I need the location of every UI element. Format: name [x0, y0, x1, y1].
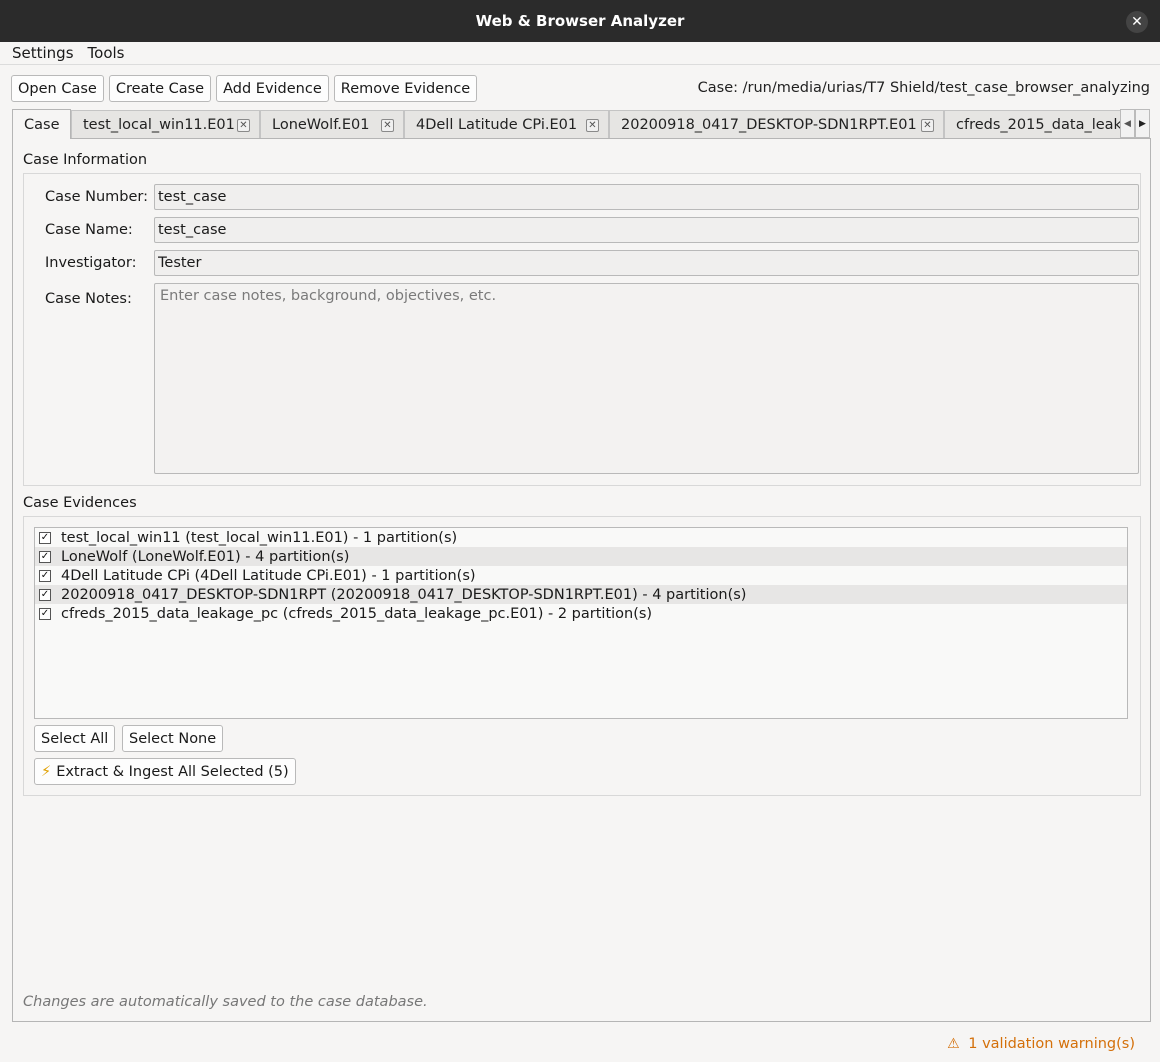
evidence-label: 4Dell Latitude CPi (4Dell Latitude CPi.E… — [61, 567, 476, 584]
tab-test-local-win11[interactable]: test_local_win11.E01 ✕ — [71, 110, 260, 139]
investigator-label: Investigator: — [45, 255, 137, 271]
tab-case[interactable]: Case — [12, 109, 71, 139]
evidence-checkbox[interactable]: ✓ — [39, 550, 51, 563]
open-case-button[interactable]: Open Case — [11, 75, 104, 102]
case-number-label: Case Number: — [45, 189, 148, 205]
investigator-field[interactable] — [154, 250, 1139, 276]
case-name-label: Case Name: — [45, 222, 133, 238]
evidence-checkbox[interactable]: ✓ — [39, 588, 51, 601]
create-case-button[interactable]: Create Case — [108, 75, 212, 102]
menu-bar: Settings Tools — [0, 42, 1160, 65]
window-title: Web & Browser Analyzer — [475, 12, 685, 30]
case-panel: Case Information Case Number: Case Name:… — [12, 138, 1151, 1022]
autosave-note: Changes are automatically saved to the c… — [23, 994, 428, 1010]
evidence-item[interactable]: ✓ test_local_win11 (test_local_win11.E01… — [35, 528, 1127, 547]
status-bar[interactable]: ⚠ 1 validation warning(s) — [947, 1036, 1135, 1052]
tab-close-icon[interactable]: ✕ — [586, 119, 599, 132]
close-icon[interactable]: ✕ — [1126, 11, 1148, 33]
case-information-group: Case Number: Case Name: Investigator: Ca… — [23, 173, 1141, 486]
tab-bar: Case test_local_win11.E01 ✕ LoneWolf.E01… — [12, 109, 1122, 139]
evidence-label: cfreds_2015_data_leakage_pc (cfreds_2015… — [61, 605, 653, 622]
evidence-checkbox[interactable]: ✓ — [39, 531, 51, 544]
lightning-icon: ⚡ — [41, 763, 52, 780]
tab-4dell-latitude[interactable]: 4Dell Latitude CPi.E01 ✕ — [404, 110, 609, 139]
case-evidences-group: ✓ test_local_win11 (test_local_win11.E01… — [23, 516, 1141, 796]
tab-label: 4Dell Latitude CPi.E01 — [416, 117, 578, 133]
tab-close-icon[interactable]: ✕ — [237, 119, 250, 132]
add-evidence-button[interactable]: Add Evidence — [216, 75, 329, 102]
evidence-label: 20200918_0417_DESKTOP-SDN1RPT (20200918_… — [61, 586, 747, 603]
menu-settings[interactable]: Settings — [0, 44, 86, 62]
tab-cfreds-2015[interactable]: cfreds_2015_data_leakage_pc.E01 — [944, 110, 1122, 139]
tab-close-icon[interactable]: ✕ — [381, 119, 394, 132]
warning-icon: ⚠ — [947, 1036, 960, 1052]
case-information-heading: Case Information — [23, 152, 148, 168]
tab-close-icon[interactable]: ✕ — [921, 119, 934, 132]
remove-evidence-button[interactable]: Remove Evidence — [333, 75, 478, 102]
toolbar: Open Case Create Case Add Evidence Remov… — [11, 75, 478, 102]
evidence-list[interactable]: ✓ test_local_win11 (test_local_win11.E01… — [34, 527, 1128, 719]
case-name-field[interactable] — [154, 217, 1139, 243]
title-bar: Web & Browser Analyzer ✕ — [0, 0, 1160, 42]
evidence-checkbox[interactable]: ✓ — [39, 569, 51, 582]
evidence-label: LoneWolf (LoneWolf.E01) - 4 partition(s) — [61, 548, 350, 565]
evidence-checkbox[interactable]: ✓ — [39, 607, 51, 620]
tab-desktop-sdn1rpt[interactable]: 20200918_0417_DESKTOP-SDN1RPT.E01 ✕ — [609, 110, 944, 139]
tab-lonewolf[interactable]: LoneWolf.E01 ✕ — [260, 110, 404, 139]
tab-label: 20200918_0417_DESKTOP-SDN1RPT.E01 — [621, 117, 917, 133]
tab-label: Case — [24, 116, 60, 133]
tab-label: cfreds_2015_data_leakage_pc.E01 — [956, 117, 1122, 133]
menu-tools[interactable]: Tools — [86, 44, 137, 62]
evidence-item[interactable]: ✓ 20200918_0417_DESKTOP-SDN1RPT (2020091… — [35, 585, 1127, 604]
tab-label: test_local_win11.E01 — [83, 117, 235, 133]
evidence-item[interactable]: ✓ LoneWolf (LoneWolf.E01) - 4 partition(… — [35, 547, 1127, 566]
case-path-label: Case: /run/media/urias/T7 Shield/test_ca… — [697, 80, 1150, 96]
tab-scroll-left-icon[interactable]: ◀ — [1120, 109, 1135, 138]
case-notes-label: Case Notes: — [45, 291, 132, 307]
select-all-button[interactable]: Select All — [34, 725, 116, 752]
case-number-field[interactable] — [154, 184, 1139, 210]
extract-ingest-label: Extract & Ingest All Selected (5) — [56, 763, 289, 780]
tab-scroll-right-icon[interactable]: ▶ — [1135, 109, 1150, 138]
app-window: Web & Browser Analyzer ✕ Settings Tools … — [0, 0, 1160, 1062]
validation-warning-text: 1 validation warning(s) — [968, 1036, 1135, 1052]
tab-label: LoneWolf.E01 — [272, 117, 370, 133]
evidence-item[interactable]: ✓ cfreds_2015_data_leakage_pc (cfreds_20… — [35, 604, 1127, 623]
extract-ingest-button[interactable]: ⚡ Extract & Ingest All Selected (5) — [34, 758, 296, 785]
evidence-item[interactable]: ✓ 4Dell Latitude CPi (4Dell Latitude CPi… — [35, 566, 1127, 585]
select-none-button[interactable]: Select None — [122, 725, 224, 752]
case-evidences-heading: Case Evidences — [23, 495, 137, 511]
evidence-label: test_local_win11 (test_local_win11.E01) … — [61, 529, 458, 546]
case-notes-textarea[interactable] — [154, 283, 1139, 474]
